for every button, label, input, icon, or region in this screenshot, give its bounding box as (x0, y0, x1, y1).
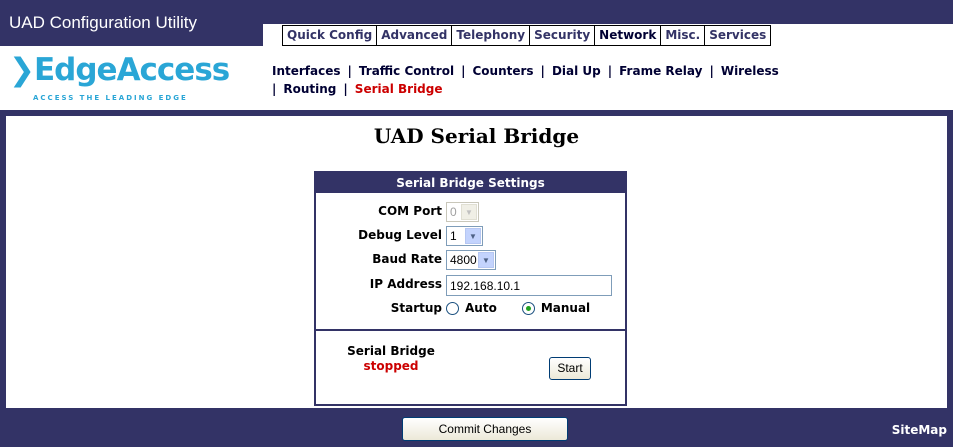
sub-nav-separator: | (343, 82, 348, 96)
sub-nav-separator: | (540, 64, 545, 78)
startup-auto-label[interactable]: Auto (465, 301, 497, 315)
chevron-down-icon[interactable]: ▼ (465, 228, 481, 244)
tab-services[interactable]: Services (705, 26, 772, 45)
sub-nav-separator: | (709, 64, 714, 78)
sub-nav-dial-up[interactable]: Dial Up (552, 64, 601, 78)
sub-nav-frame-relay[interactable]: Frame Relay (619, 64, 702, 78)
com-port-label: COM Port (378, 204, 442, 218)
panel-divider (316, 329, 625, 331)
sub-nav-separator: | (347, 64, 352, 78)
main-content: UAD Serial Bridge Serial Bridge Settings… (0, 110, 953, 408)
logo-chevron-icon: ❯ (9, 52, 35, 88)
debug-level-select[interactable]: 1 ▼ (446, 226, 483, 246)
baud-rate-row: Baud Rate 4800 ▼ (316, 248, 625, 272)
serial-bridge-status-block: Serial Bridge stopped (316, 344, 466, 374)
sub-nav-counters[interactable]: Counters (472, 64, 533, 78)
sub-nav: Interfaces | Traffic Control | Counters | Dial… (272, 62, 952, 98)
ip-address-row: IP Address 192.168.10.1 (316, 273, 625, 297)
tab-network[interactable]: Network (595, 26, 662, 45)
chevron-down-icon[interactable]: ▼ (478, 252, 494, 268)
sub-nav-row-2: | Routing | Serial Bridge (272, 80, 952, 98)
ip-address-input[interactable]: 192.168.10.1 (446, 275, 612, 296)
logo-tagline: ACCESS THE LEADING EDGE (33, 94, 188, 102)
sitemap-link[interactable]: SiteMap (892, 423, 947, 437)
baud-rate-label: Baud Rate (372, 252, 442, 266)
tab-security[interactable]: Security (530, 26, 596, 45)
edgeaccess-logo: ❯EdgeAccess ACCESS THE LEADING EDGE (5, 52, 255, 106)
startup-manual-radio[interactable] (521, 301, 535, 315)
sub-nav-wireless[interactable]: Wireless (721, 64, 779, 78)
chevron-down-icon: ▼ (461, 204, 477, 220)
sub-nav-serial-bridge[interactable]: Serial Bridge (355, 82, 443, 96)
com-port-value: 0 (450, 205, 457, 219)
ip-address-label: IP Address (369, 277, 442, 291)
footer: Commit Changes SiteMap (0, 408, 953, 447)
start-button[interactable]: Start (549, 357, 591, 380)
sub-nav-interfaces[interactable]: Interfaces (272, 64, 341, 78)
startup-row: Startup Auto Manual (316, 297, 625, 321)
startup-auto-radio[interactable] (446, 301, 459, 315)
sub-nav-separator: | (272, 82, 277, 96)
startup-manual-label[interactable]: Manual (541, 301, 590, 315)
debug-level-value: 1 (450, 229, 457, 243)
debug-level-label: Debug Level (358, 228, 442, 242)
top-strip (263, 0, 953, 24)
main-tabs: Quick Config Advanced Telephony Security… (282, 25, 772, 46)
sub-nav-separator: | (607, 64, 613, 78)
tab-telephony[interactable]: Telephony (452, 26, 531, 45)
com-port-row: COM Port 0 ▼ (316, 200, 625, 224)
sub-nav-routing[interactable]: Routing (283, 82, 336, 96)
baud-rate-value: 4800 (450, 253, 477, 267)
com-port-select: 0 ▼ (446, 202, 479, 222)
logo-wordmark: ❯EdgeAccess (9, 52, 230, 88)
header: UAD Configuration Utility Quick Config A… (0, 0, 953, 110)
serial-bridge-label: Serial Bridge (347, 344, 435, 358)
tab-quick-config[interactable]: Quick Config (283, 26, 378, 45)
sub-nav-traffic-control[interactable]: Traffic Control (359, 64, 454, 78)
page-title: UAD Serial Bridge (373, 124, 580, 148)
tab-advanced[interactable]: Advanced (377, 26, 453, 45)
debug-level-row: Debug Level 1 ▼ (316, 224, 625, 248)
sub-nav-row-1: Interfaces | Traffic Control | Counters | Dial… (272, 62, 952, 80)
commit-changes-button[interactable]: Commit Changes (402, 417, 568, 441)
startup-label: Startup (390, 301, 442, 315)
sub-nav-separator: | (461, 64, 466, 78)
serial-bridge-status: stopped (363, 359, 419, 373)
app-title: UAD Configuration Utility (9, 13, 198, 32)
settings-header: Serial Bridge Settings (316, 173, 625, 193)
baud-rate-select[interactable]: 4800 ▼ (446, 250, 496, 270)
app-title-bar: UAD Configuration Utility (0, 0, 263, 46)
serial-bridge-settings-panel: Serial Bridge Settings COM Port 0 ▼ Debu… (314, 171, 627, 406)
startup-radio-group: Auto Manual (446, 301, 615, 315)
tab-misc[interactable]: Misc. (661, 26, 706, 45)
